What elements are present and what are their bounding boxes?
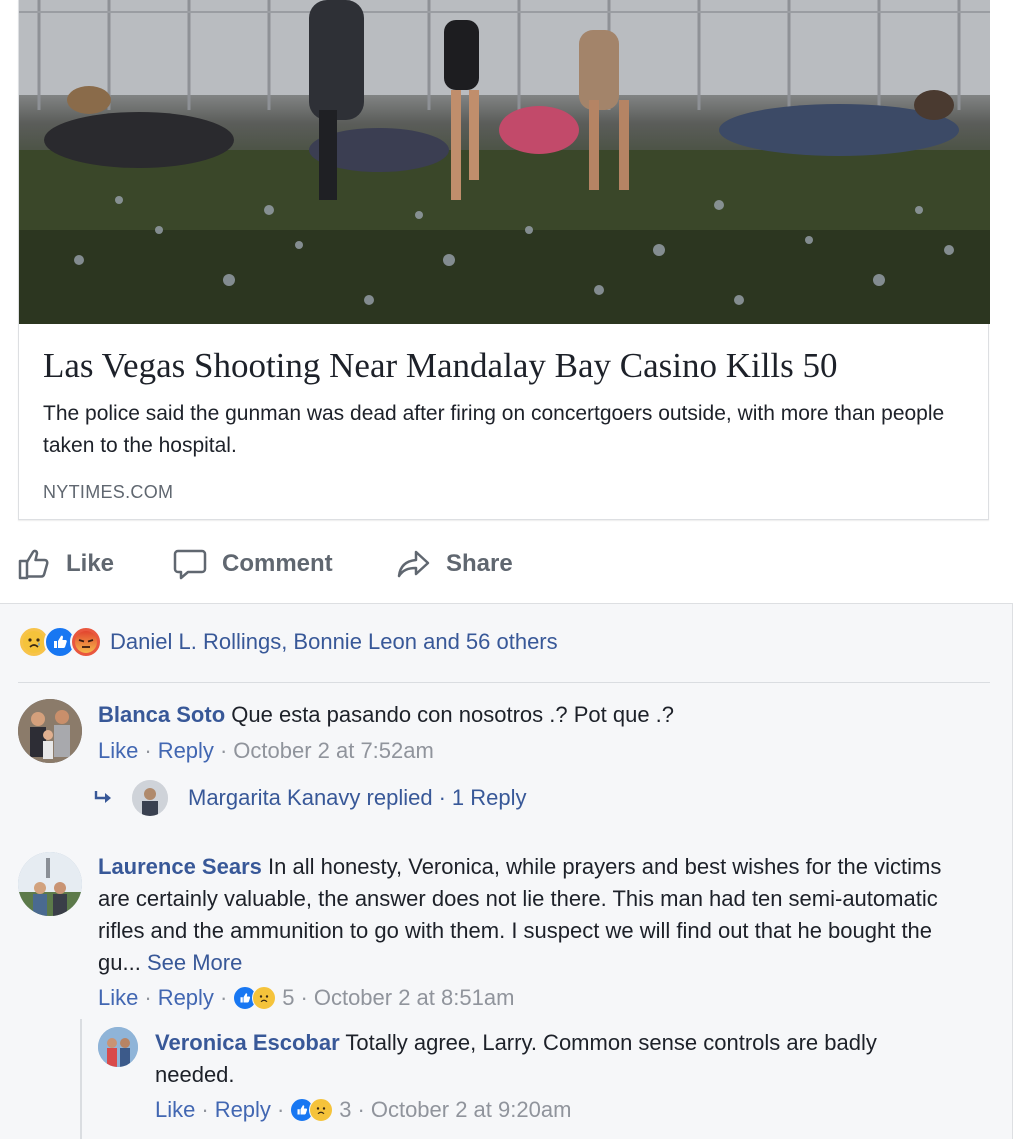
article-photo-scene [19,0,990,324]
reply-avatar[interactable] [132,780,168,816]
replier-name: Margarita Kanavy [188,785,361,810]
article-source: NYTIMES.COM [43,482,174,502]
comment-body: Laurence Sears In all honesty, Veronica,… [98,851,978,979]
comment-like-link[interactable]: Like [98,735,138,767]
article-photo[interactable] [19,0,990,324]
comment-body: Blanca Soto Que esta pasando con nosotro… [98,699,988,731]
share-button[interactable]: Share [396,536,513,592]
reactions-summary[interactable]: Daniel L. Rollings, Bonnie Leon and 56 o… [18,624,558,660]
divider [18,682,990,683]
comment-button[interactable]: Comment [172,536,333,592]
angry-icon [70,626,102,658]
share-label: Share [446,550,513,577]
comments-section: Daniel L. Rollings, Bonnie Leon and 56 o… [0,603,1013,1139]
comment-reply-link[interactable]: Reply [158,982,214,1014]
article-description: The police said the gunman was dead afte… [43,402,945,457]
comment-reply-link[interactable]: Reply [215,1094,271,1126]
sad-icon [309,1098,334,1122]
comment-text: Que esta pasando con nosotros .? Pot que… [231,702,675,727]
comment-like-link[interactable]: Like [98,982,138,1014]
comment-reply-link[interactable]: Reply [158,735,214,767]
comment-reactions[interactable] [290,1098,334,1122]
replied-text: replied [366,785,433,810]
comment-timestamp[interactable]: October 2 at 9:20am [371,1094,572,1126]
avatar[interactable] [18,699,82,763]
comment-author[interactable]: Veronica Escobar [155,1030,340,1055]
like-button[interactable]: Like [16,536,114,592]
comment-meta: Like · Reply · 5 · October 2 at 8:51am [98,982,514,1014]
like-label: Like [66,550,115,577]
avatar[interactable] [98,1027,138,1067]
comment-timestamp[interactable]: October 2 at 8:51am [314,982,515,1014]
comment-bubble-icon [173,549,207,580]
comment-like-link[interactable]: Like [155,1094,195,1126]
comment-author[interactable]: Laurence Sears [98,854,262,879]
reply-count: 1 Reply [451,785,527,810]
reply-thread-line [80,1019,82,1139]
reaction-count[interactable]: 3 [339,1094,351,1126]
comment-label: Comment [222,550,333,577]
reply-arrow-icon [94,791,111,803]
reaction-count[interactable]: 5 [282,982,294,1014]
comment-meta: Like · Reply · 3 · October 2 at 9:20am [155,1094,571,1126]
comment-body: Veronica Escobar Totally agree, Larry. C… [155,1027,955,1091]
view-replies-link[interactable]: Margarita Kanavy replied · 1 Reply [92,780,527,816]
avatar[interactable] [18,852,82,916]
post-action-bar: Like Comment Share [0,536,1024,592]
comment-reactions[interactable] [233,986,277,1010]
thumbs-up-icon [18,549,49,580]
comment-meta: Like · Reply · October 2 at 7:52am [98,735,434,767]
article-title[interactable]: Las Vegas Shooting Near Mandalay Bay Cas… [43,344,973,388]
comment-timestamp[interactable]: October 2 at 7:52am [233,735,434,767]
link-preview-card[interactable]: Las Vegas Shooting Near Mandalay Bay Cas… [18,0,990,520]
see-more-link[interactable]: See More [147,950,242,975]
share-arrow-icon [397,550,430,578]
comment-author[interactable]: Blanca Soto [98,702,225,727]
sad-icon [252,986,277,1010]
reactors-names[interactable]: Daniel L. Rollings, Bonnie Leon and 56 o… [110,629,558,655]
